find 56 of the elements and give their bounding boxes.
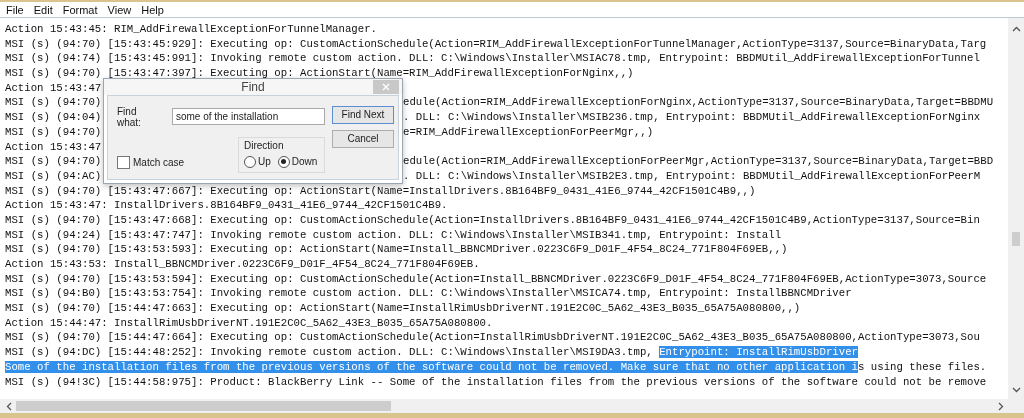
find-next-button[interactable]: Find Next (332, 105, 394, 124)
chevron-up-icon (1011, 26, 1021, 32)
log-line: MSI (s) (94:70) [15:43:45:929]: Executing op: CustomActionSchedule(Action=RIM_AddFirewallExceptionForTunnelManager,ActionType=3137,Source=BinaryData,Targ (5, 36, 988, 52)
log-line: MSI (s) (94:DC) [15:44:48:252]: Invoking remote custom action. DLL: C:\Windows\Installer\MSI9DA3.tmp, Entrypoint: InstallRimUsbDriver (5, 345, 860, 360)
log-line: Action 15:44:47: InstallRimUsbDriverNT.191E2C0C_5A62_43E3_B035_65A75A080800. (5, 315, 494, 331)
log-line-start: MSI (s) (94:AC) (5, 168, 103, 184)
log-line-start: MSI (s) (94:70) (5, 154, 103, 169)
menu-item[interactable]: File (2, 3, 30, 16)
log-line: MSI (s) (94:B0) [15:43:53:754]: Invoking remote custom action. DLL: C:\Windows\Installer\MSICA74.tmp, Entrypoint: InstallBBNCMDriver (5, 286, 853, 302)
direction-option-label: Down (291, 156, 318, 168)
match-case-label: Match case (133, 156, 185, 168)
chevron-right-icon (998, 401, 1004, 411)
log-line-start: Action 15:43:47 (5, 139, 103, 155)
log-line: MSI (s) (94:70) [15:43:47:668]: Executing op: CustomActionSchedule(Action=InstallDrivers.8B164BF9_0431_41E6_9744_42CF1501C4B9,ActionType=3137,Source=Bin (5, 212, 981, 228)
chevron-left-icon (6, 401, 12, 411)
dialog-title: Find (241, 79, 265, 94)
log-line-end: edule(Action=RIM_AddFirewallExceptionForPeerMgr,ActionType=3137,Source=BinaryData,Target=BBD (403, 154, 995, 169)
log-line: MSI (s) (94!3C) [15:44:58:975]: Product: BlackBerry Link -- Some of the installation files from the previous versions of the software could not be remove (5, 374, 988, 390)
log-line: MSI (s) (94:70) [15:44:47:664]: Executing op: CustomActionSchedule(Action=InstallRimUsbDriverNT.191E2C0C_5A62_43E3_B035_65A75A080800,ActionType=3073,Sou (5, 330, 981, 346)
direction-radio[interactable] (244, 155, 256, 168)
log-line-start: MSI (s) (94:70) (5, 124, 103, 140)
log-line-start: MSI (s) (94:70) (5, 95, 103, 111)
log-line-start: MSI (s) (94:04) (5, 110, 103, 125)
log-line-end: e=RIM_AddFirewallExceptionForPeerMgr,,) (403, 124, 655, 140)
log-line: MSI (s) (94:74) [15:43:45:991]: Invoking remote custom action. DLL: C:\Windows\Installer\MSIAC78.tmp, Entrypoint: BBDMUtil_AddFirewallExceptionForTunnel (5, 51, 981, 67)
log-line: MSI (s) (94:70) [15:43:53:594]: Executing op: CustomActionSchedule(Action=Install_BBNCMDriver.0223C6F9_D01F_4F54_8C24_771F804F69EB,ActionType=3073,Source (5, 271, 988, 287)
log-line-end: . DLL: C:\Windows\Installer\MSIB2E3.tmp, Entrypoint: BBDMUtil_AddFirewallExceptionForPeerM (403, 168, 982, 184)
log-line: Action 15:43:45: RIM_AddFirewallExceptionForTunnelManager. (5, 22, 378, 37)
vertical-scrollbar[interactable] (1008, 18, 1024, 399)
menu-item[interactable]: Format (58, 3, 104, 16)
horizontal-scrollbar[interactable] (0, 399, 1024, 413)
cancel-button[interactable]: Cancel (332, 129, 394, 148)
log-line-end: . DLL: C:\Windows\Installer\MSIB236.tmp, Entrypoint: BBDMUtil_AddFirewallExceptionForNginx (403, 110, 982, 125)
menu-item[interactable]: Help (137, 3, 170, 16)
log-line-start: Action 15:43:47 (5, 80, 103, 96)
scrollbar-thumb[interactable] (1012, 232, 1020, 246)
log-line: MSI (s) (94:70) [15:43:47:397]: Executing op: ActionStart(Name=RIM_AddFirewallExceptionForNginx,,) (5, 66, 635, 81)
direction-radio[interactable] (277, 155, 290, 168)
match-case-checkbox[interactable] (117, 155, 130, 169)
log-line: Action 15:43:53: Install_BBNCMDriver.0223C6F9_D01F_4F54_8C24_771F804F69EB. (5, 257, 481, 272)
log-line: Action 15:43:47: InstallDrivers.8B164BF9_0431_41E6_9744_42CF1501C4B9. (5, 198, 449, 213)
log-line: MSI (s) (94:70) [15:43:53:593]: Executing op: ActionStart(Name=Install_BBNCMDriver.0223C6F9_D01F_4F54_8C24_771F804F69EB,,) (5, 242, 789, 257)
close-button[interactable] (373, 79, 399, 94)
direction-option-label: Up (258, 156, 271, 168)
find-what-label: Find what: (117, 105, 142, 128)
chevron-down-icon (1011, 387, 1021, 393)
log-line: MSI (s) (94:70) [15:44:47:663]: Executing op: ActionStart(Name=InstallRimUsbDriverNT.191E2C0C_5A62_43E3_B035_65A75A080800,,) (5, 301, 802, 316)
find-what-field[interactable]: some of the installation (171, 108, 325, 126)
log-line-end: edule(Action=RIM_AddFirewallExceptionForNginx,ActionType=3137,Source=BinaryData,Target=BBDMU (403, 95, 995, 111)
log-line: MSI (s) (94:24) [15:43:47:747]: Invoking remote custom action. DLL: C:\Windows\Installer\MSIB341.tmp, Entrypoint: Install (5, 227, 783, 243)
direction-label: Direction (244, 139, 285, 151)
log-line: MSI (s) (94:70) [15:43:47:667]: Executing op: ActionStart(Name=InstallDrivers.8B164BF9_0431_41E6_9744_42CF1501C4B9,,) (5, 183, 757, 199)
scrollbar-thumb[interactable] (16, 401, 391, 411)
close-icon (382, 82, 390, 91)
menu-item[interactable]: Edit (29, 3, 59, 16)
menu-item[interactable]: View (103, 3, 138, 16)
